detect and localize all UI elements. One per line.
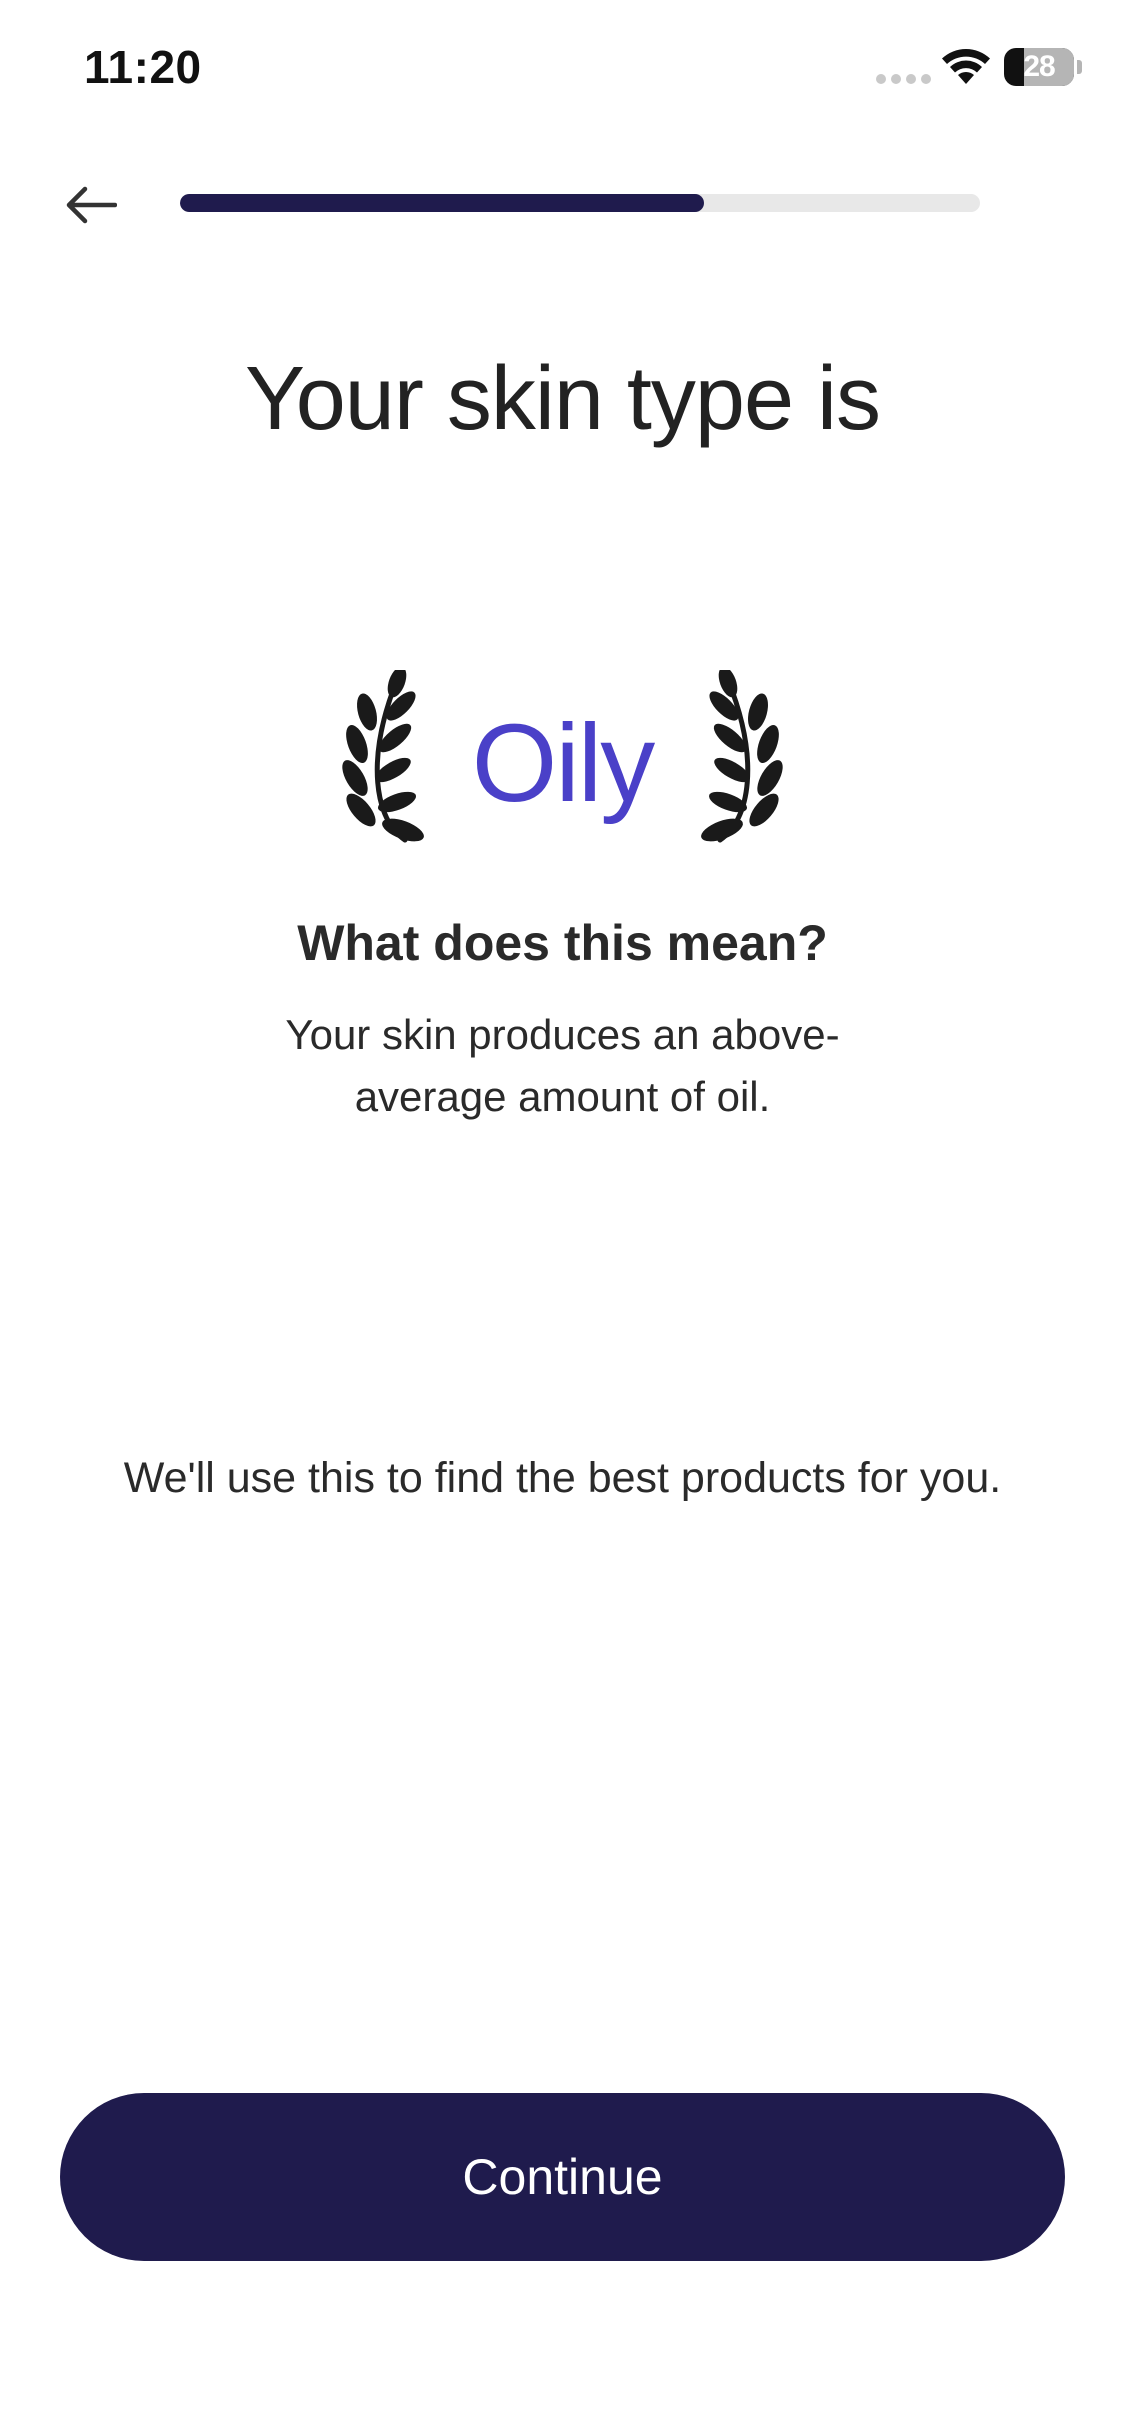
battery-cap — [1077, 60, 1082, 74]
status-bar: 11:20 28 — [0, 0, 1125, 140]
skin-type-label: Oily — [471, 702, 655, 825]
info-text: We'll use this to find the best products… — [123, 1454, 1002, 1502]
battery-icon: 28 — [1004, 48, 1074, 86]
battery-level: 28 — [1023, 50, 1055, 83]
meaning-heading: What does this mean? — [297, 915, 828, 971]
status-time: 11:20 — [84, 41, 202, 93]
arrow-left-icon — [66, 186, 117, 224]
page-title: Your skin type is — [244, 349, 881, 449]
skin-type-result: Oily — [0, 670, 1125, 860]
back-button[interactable] — [56, 170, 126, 240]
wifi-icon — [942, 48, 990, 84]
cellular-signal-icon — [876, 74, 931, 84]
progress-bar — [180, 194, 980, 212]
progress-fill — [180, 194, 704, 212]
meaning-description: Your skin produces an above-average amou… — [285, 1011, 840, 1120]
continue-button[interactable]: Continue — [60, 2093, 1065, 2261]
laurel-right-icon — [701, 670, 783, 843]
